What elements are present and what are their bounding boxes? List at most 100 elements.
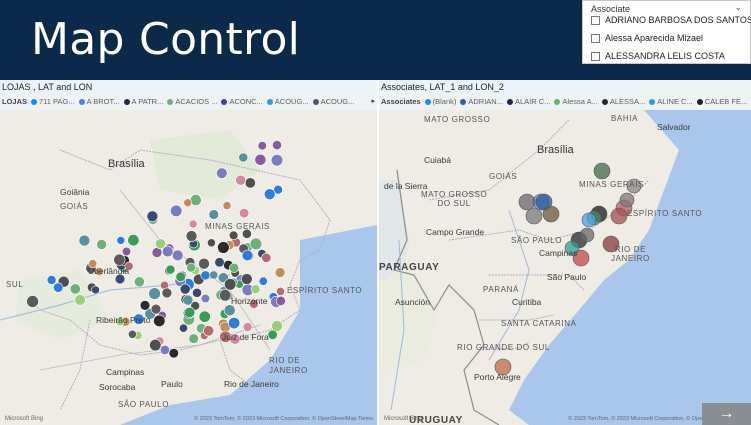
store-point[interactable] [257, 141, 267, 151]
store-point[interactable] [183, 198, 192, 207]
store-point[interactable] [208, 209, 220, 220]
store-point[interactable] [272, 140, 282, 150]
store-point[interactable] [184, 306, 196, 318]
store-point[interactable] [198, 257, 210, 270]
store-point[interactable] [146, 210, 159, 223]
legend-next-icon[interactable]: ▸ [371, 97, 375, 105]
slicer-item[interactable]: ALESSANDRA LELIS COSTA [591, 49, 725, 63]
store-point[interactable] [74, 294, 86, 306]
store-point[interactable] [217, 241, 230, 254]
store-point[interactable] [96, 239, 107, 250]
store-point[interactable] [224, 278, 237, 291]
store-point[interactable] [149, 339, 162, 352]
store-point[interactable] [127, 234, 140, 247]
store-point[interactable] [168, 348, 179, 359]
associates-map-visual[interactable]: Associates, LAT_1 and LON_2 Associates (… [379, 80, 751, 425]
store-point[interactable] [275, 295, 286, 306]
store-point[interactable] [179, 283, 191, 295]
store-point[interactable] [198, 310, 211, 323]
legend-item[interactable]: ALINE C... [649, 97, 693, 106]
store-point[interactable] [165, 264, 176, 275]
store-point[interactable] [69, 283, 81, 295]
store-point[interactable] [185, 230, 198, 242]
store-point[interactable] [239, 207, 250, 219]
associate-point[interactable] [619, 192, 635, 208]
associate-point[interactable] [518, 193, 536, 211]
map-legend[interactable]: LOJAS 711 PAG... A BROT... A PATR... ACACIO… [2, 97, 358, 106]
store-point[interactable] [203, 325, 215, 337]
store-point[interactable] [91, 285, 100, 295]
store-point[interactable] [161, 287, 173, 299]
store-point[interactable] [113, 253, 126, 266]
map-svg[interactable] [0, 110, 377, 425]
legend-item[interactable]: 711 PAG... [31, 97, 75, 106]
associate-point[interactable] [610, 207, 628, 225]
store-point[interactable] [250, 284, 261, 294]
associate-point[interactable] [542, 205, 560, 223]
store-point[interactable] [148, 287, 161, 300]
store-point[interactable] [222, 201, 232, 210]
associate-point[interactable] [525, 207, 543, 225]
store-point[interactable] [200, 270, 211, 281]
store-point[interactable] [133, 276, 145, 288]
store-point[interactable] [153, 314, 166, 327]
store-point[interactable] [46, 275, 57, 285]
legend-item[interactable]: ACACIOS ... [167, 97, 217, 106]
store-point[interactable] [214, 257, 225, 268]
store-point[interactable] [188, 219, 198, 229]
store-point[interactable] [172, 249, 184, 262]
store-point[interactable] [121, 246, 132, 257]
map-canvas[interactable]: Brasília GOIÁS Goiânia MINAS GERAIS Uber… [0, 110, 377, 425]
legend-item[interactable]: ADRIAN... [460, 97, 503, 106]
legend-item[interactable]: ALAIR C... [506, 97, 550, 106]
legend-item[interactable]: (Blank) [424, 97, 456, 106]
checkbox[interactable] [591, 15, 600, 25]
legend-item[interactable]: ALESSA... [601, 97, 645, 106]
store-point[interactable] [175, 271, 186, 283]
associate-point[interactable] [593, 162, 611, 180]
store-point[interactable] [216, 167, 228, 179]
legend-item[interactable]: ACONC... [221, 97, 263, 106]
stores-map-visual[interactable]: LOJAS , LAT and LON LOJAS 711 PAG... A BR… [0, 80, 377, 425]
store-point[interactable] [78, 234, 91, 247]
store-point[interactable] [192, 287, 202, 298]
store-point[interactable] [127, 329, 137, 339]
store-point[interactable] [200, 293, 210, 304]
store-point[interactable] [241, 273, 253, 285]
arrow-right-icon[interactable]: → [702, 403, 751, 425]
checkbox[interactable] [591, 51, 600, 61]
store-point[interactable] [26, 295, 39, 308]
store-point[interactable] [242, 322, 253, 332]
store-point[interactable] [209, 270, 219, 280]
store-point[interactable] [53, 282, 64, 293]
store-point[interactable] [244, 177, 256, 189]
legend-item[interactable]: Alessa A... [554, 97, 598, 106]
map-legend[interactable]: Associates (Blank) ADRIAN... ALAIR C... Ale… [381, 97, 751, 106]
store-point[interactable] [229, 262, 240, 273]
store-point[interactable] [254, 153, 267, 166]
legend-item[interactable]: CALEB FE... [696, 97, 747, 106]
chevron-down-icon[interactable]: ⌄ [734, 2, 742, 13]
legend-item[interactable]: ACOUG... [266, 97, 309, 106]
store-point[interactable] [188, 333, 199, 344]
legend-item[interactable]: A PATR... [123, 97, 163, 106]
store-point[interactable] [179, 323, 189, 333]
legend-item[interactable]: A BROT... [78, 97, 120, 106]
store-point[interactable] [223, 304, 236, 317]
checkbox[interactable] [591, 33, 600, 43]
store-point[interactable] [263, 188, 276, 200]
store-point[interactable] [235, 174, 247, 186]
store-point[interactable] [274, 267, 286, 278]
associate-point[interactable] [581, 212, 597, 228]
store-point[interactable] [241, 249, 254, 262]
map-copyright[interactable]: © 2023 TomTom, © 2023 Microsoft Corporat… [194, 416, 373, 422]
store-point[interactable] [182, 294, 194, 306]
associate-slicer[interactable]: Associate ⌄ ADRIANO BARBOSA DOS SANTOS A… [582, 0, 751, 64]
map-canvas[interactable]: MATO GROSSO BAHIA Salvador Cuiabá Brasíl… [379, 110, 751, 425]
legend-item[interactable]: ACOUG... [312, 97, 354, 106]
store-point[interactable] [219, 289, 232, 302]
store-point[interactable] [189, 194, 202, 206]
store-point[interactable] [116, 236, 126, 245]
slicer-item[interactable]: ADRIANO BARBOSA DOS SANTOS [591, 13, 751, 27]
store-point[interactable] [159, 344, 170, 355]
